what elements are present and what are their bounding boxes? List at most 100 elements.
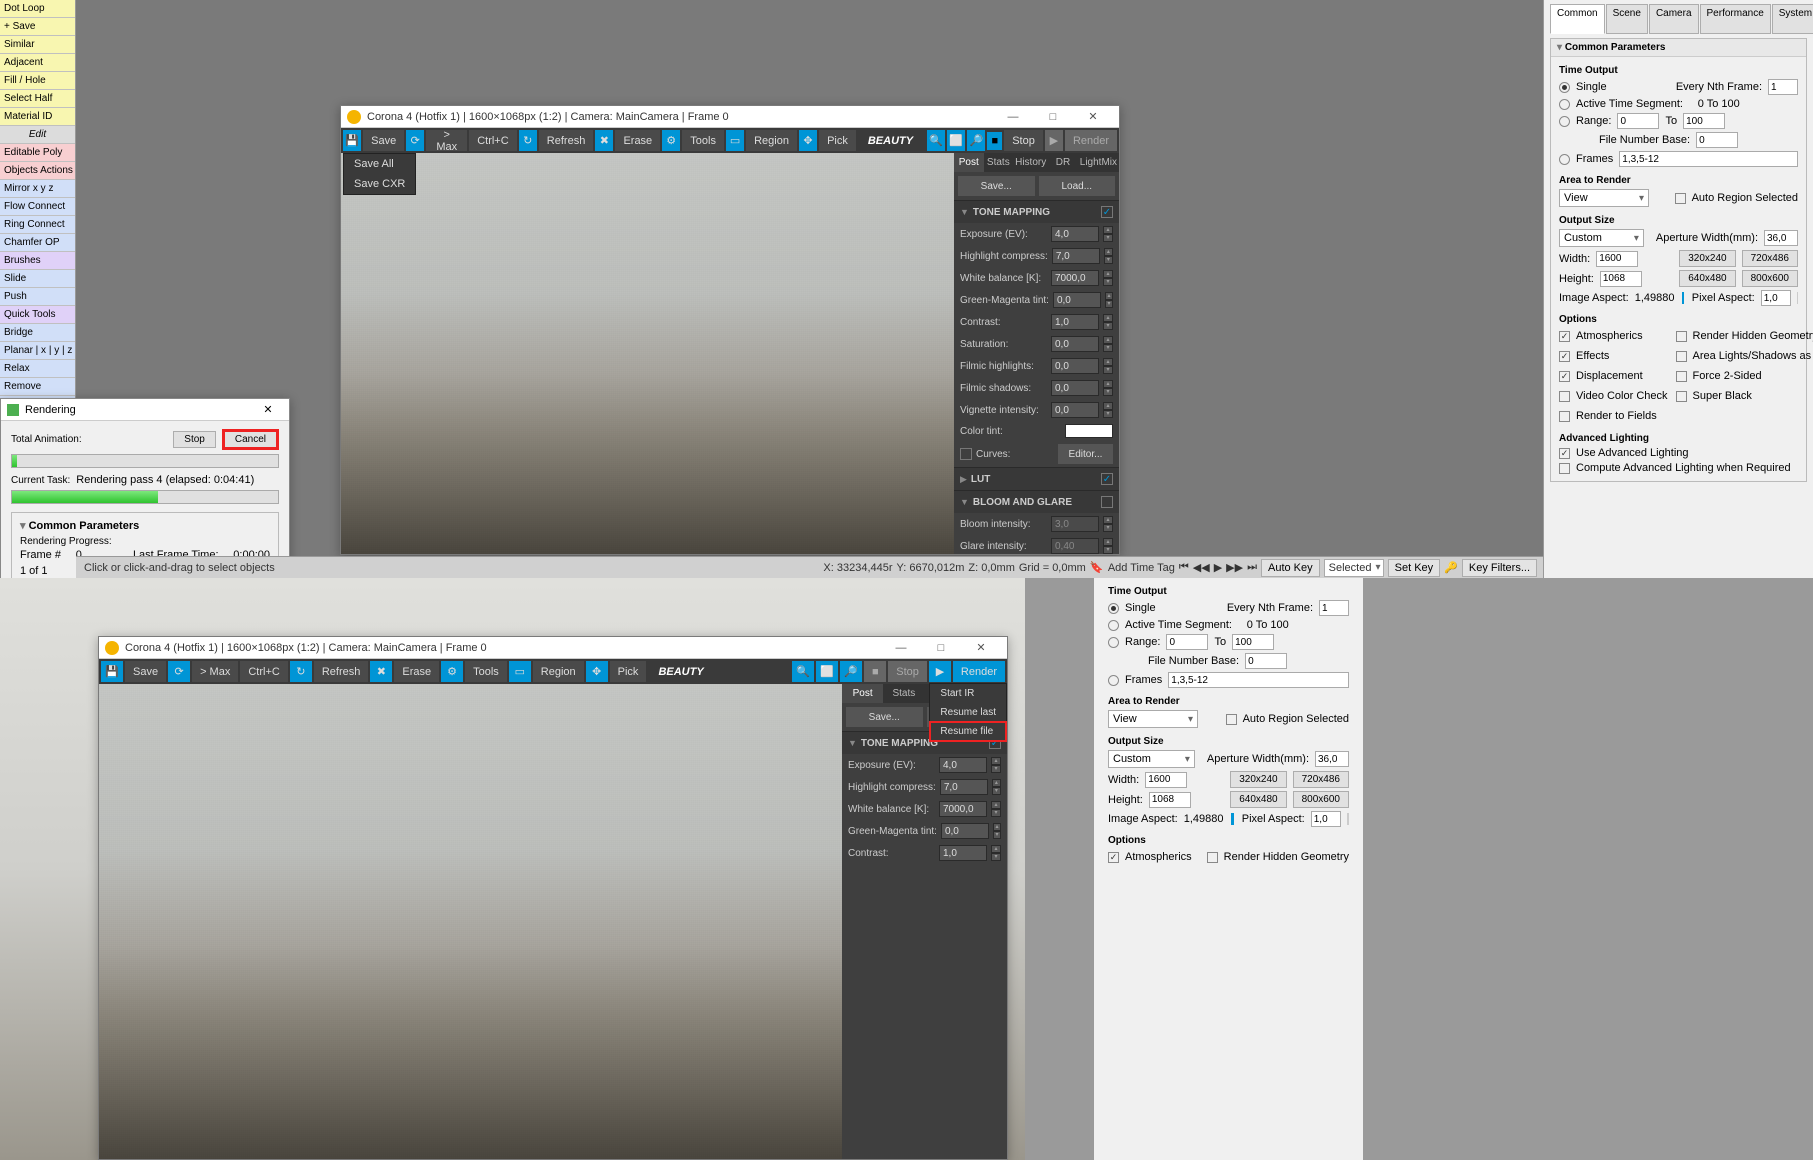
pick-button[interactable]: Pick bbox=[610, 661, 647, 682]
nth-frame-input[interactable] bbox=[1319, 600, 1349, 616]
tab-performance[interactable]: Performance bbox=[1700, 4, 1771, 34]
key-selected-combo[interactable]: Selected bbox=[1324, 559, 1384, 577]
pixel-aspect-input[interactable] bbox=[1761, 290, 1791, 306]
save-dropdown-button[interactable]: 💾 bbox=[343, 130, 361, 151]
erase-button[interactable]: Erase bbox=[615, 130, 660, 151]
file-num-base-input[interactable] bbox=[1696, 132, 1738, 148]
zoom-in-icon[interactable]: 🔍 bbox=[927, 130, 945, 151]
ctrlc-button[interactable]: Ctrl+C bbox=[240, 661, 287, 682]
radio-range[interactable] bbox=[1559, 116, 1570, 127]
lut-toggle[interactable] bbox=[1101, 473, 1113, 485]
tone-mapping-toggle[interactable] bbox=[1101, 206, 1113, 218]
wb-input[interactable] bbox=[1051, 270, 1099, 286]
sidebar-item[interactable]: Flow Connect bbox=[0, 198, 75, 216]
radio-ats[interactable] bbox=[1108, 620, 1119, 631]
render-viewport[interactable] bbox=[99, 684, 842, 1159]
tools-button[interactable]: Tools bbox=[682, 130, 724, 151]
nth-frame-input[interactable] bbox=[1768, 79, 1798, 95]
highlight-input[interactable] bbox=[940, 779, 988, 795]
filmic-sh-input[interactable] bbox=[1051, 380, 1099, 396]
preset-720-button[interactable]: 720x486 bbox=[1293, 771, 1349, 788]
play-icon[interactable]: ▶ bbox=[1214, 561, 1222, 574]
tab-history[interactable]: History bbox=[1013, 153, 1048, 172]
resume-last-item[interactable]: Resume last bbox=[930, 703, 1006, 722]
region-button[interactable]: Region bbox=[746, 130, 797, 151]
aperture-input[interactable] bbox=[1764, 230, 1798, 246]
gm-input[interactable] bbox=[941, 823, 989, 839]
dialog-titlebar[interactable]: Rendering ✕ bbox=[1, 399, 289, 421]
tools-button[interactable]: Tools bbox=[465, 661, 507, 682]
resume-file-item[interactable]: Resume file bbox=[930, 722, 1006, 741]
tomax-icon[interactable]: ⟳ bbox=[406, 130, 424, 151]
render-button[interactable]: Render bbox=[953, 661, 1005, 682]
sidebar-item[interactable]: Adjacent bbox=[0, 54, 75, 72]
sidebar-item[interactable]: Quick Tools bbox=[0, 306, 75, 324]
chk-als[interactable] bbox=[1676, 351, 1687, 362]
sidebar-item[interactable]: Relax bbox=[0, 360, 75, 378]
erase-icon[interactable]: ✖ bbox=[595, 130, 613, 151]
lock-icon[interactable] bbox=[1231, 813, 1233, 825]
preset-640-button[interactable]: 640x480 bbox=[1679, 270, 1735, 287]
width-input[interactable] bbox=[1596, 251, 1638, 267]
sidebar-item[interactable]: Mirror x y z bbox=[0, 180, 75, 198]
chk-rtf[interactable] bbox=[1559, 411, 1570, 422]
close-button[interactable]: ✕ bbox=[961, 637, 1001, 659]
chk-sb[interactable] bbox=[1676, 391, 1687, 402]
save-all-item[interactable]: Save All bbox=[344, 154, 415, 174]
start-ir-item[interactable]: Start IR bbox=[930, 684, 1006, 703]
chk-use-adv-lighting[interactable] bbox=[1559, 448, 1570, 459]
radio-single[interactable] bbox=[1108, 603, 1119, 614]
sidebar-item[interactable]: Fill / Hole bbox=[0, 72, 75, 90]
zoom-out-icon[interactable]: 🔎 bbox=[967, 130, 985, 151]
keyfilters-button[interactable]: Key Filters... bbox=[1462, 559, 1537, 577]
gm-input[interactable] bbox=[1053, 292, 1101, 308]
pick-icon[interactable]: ✥ bbox=[586, 661, 608, 682]
common-params-header[interactable]: Common Parameters bbox=[1551, 39, 1806, 57]
sidebar-item[interactable]: Dot Loop bbox=[0, 0, 75, 18]
lock-icon[interactable] bbox=[1682, 292, 1683, 304]
chk-compute-adv[interactable] bbox=[1559, 463, 1570, 474]
sidebar-item[interactable]: Similar bbox=[0, 36, 75, 54]
spin[interactable]: ▴▾ bbox=[1103, 226, 1113, 242]
refresh-button[interactable]: Refresh bbox=[314, 661, 369, 682]
tone-mapping-header[interactable]: ▼TONE MAPPING bbox=[954, 201, 1119, 223]
pixel-aspect-input[interactable] bbox=[1311, 811, 1341, 827]
contrast-input[interactable] bbox=[1051, 314, 1099, 330]
pick-icon[interactable]: ✥ bbox=[799, 130, 817, 151]
preset-800-button[interactable]: 800x600 bbox=[1742, 270, 1798, 287]
range-from-input[interactable] bbox=[1166, 634, 1208, 650]
sidebar-item[interactable]: Select Half bbox=[0, 90, 75, 108]
chk-f2s[interactable] bbox=[1676, 371, 1687, 382]
radio-frames[interactable] bbox=[1108, 675, 1119, 686]
erase-icon[interactable]: ✖ bbox=[370, 661, 392, 682]
sidebar-item[interactable]: Edit bbox=[0, 126, 75, 144]
preset-save-button[interactable]: Save... bbox=[846, 707, 923, 727]
auto-region-check[interactable] bbox=[1675, 193, 1686, 204]
vignette-input[interactable] bbox=[1051, 402, 1099, 418]
refresh-icon[interactable]: ↻ bbox=[519, 130, 537, 151]
region-button[interactable]: Region bbox=[533, 661, 584, 682]
tag-icon[interactable]: 🔖 bbox=[1090, 561, 1104, 575]
tools-icon[interactable]: ⚙ bbox=[662, 130, 680, 151]
filmic-hl-input[interactable] bbox=[1051, 358, 1099, 374]
preset-320-button[interactable]: 320x240 bbox=[1679, 250, 1735, 267]
preset-800-button[interactable]: 800x600 bbox=[1293, 791, 1349, 808]
ctrlc-button[interactable]: Ctrl+C bbox=[469, 130, 516, 151]
tab-stats[interactable]: Stats bbox=[984, 153, 1014, 172]
preset-720-button[interactable]: 720x486 bbox=[1742, 250, 1798, 267]
exposure-input[interactable] bbox=[939, 757, 987, 773]
range-to-input[interactable] bbox=[1683, 113, 1725, 129]
tab-camera[interactable]: Camera bbox=[1649, 4, 1699, 34]
stop-button[interactable]: Stop bbox=[888, 661, 927, 682]
tab-stats[interactable]: Stats bbox=[883, 684, 924, 703]
chk-effects[interactable] bbox=[1559, 351, 1570, 362]
chk-displacement[interactable] bbox=[1559, 371, 1570, 382]
color-tint-swatch[interactable] bbox=[1065, 424, 1113, 438]
sidebar-item[interactable]: Remove bbox=[0, 378, 75, 396]
render-play-icon[interactable]: ▶ bbox=[1045, 130, 1063, 151]
maximize-button[interactable]: □ bbox=[1033, 106, 1073, 128]
titlebar[interactable]: Corona 4 (Hotfix 1) | 1600×1068px (1:2) … bbox=[341, 106, 1119, 128]
auto-region-check[interactable] bbox=[1226, 714, 1237, 725]
save-dropdown-button[interactable]: 💾 bbox=[101, 661, 123, 682]
preset-320-button[interactable]: 320x240 bbox=[1230, 771, 1286, 788]
